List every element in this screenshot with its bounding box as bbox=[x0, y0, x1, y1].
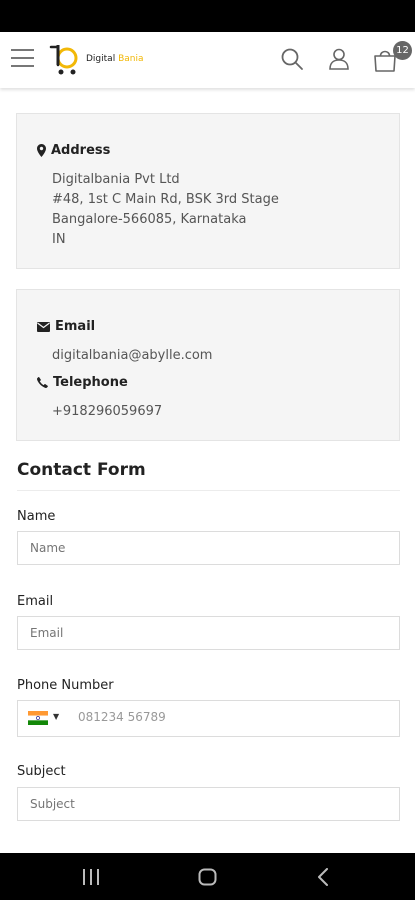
logo-text-bania: Bania bbox=[118, 54, 144, 64]
phone-number-label: Phone Number bbox=[17, 678, 114, 693]
logo-text-digital: Digital bbox=[86, 54, 116, 64]
system-navigation-bar bbox=[0, 853, 415, 900]
map-marker-icon bbox=[37, 144, 46, 157]
phone-number-placeholder: 081234 56789 bbox=[78, 710, 166, 724]
address-line: Digitalbania Pvt Ltd bbox=[52, 172, 180, 187]
status-bar bbox=[0, 0, 415, 32]
name-input[interactable] bbox=[17, 531, 400, 565]
hamburger-menu-icon[interactable] bbox=[11, 49, 34, 69]
user-icon[interactable] bbox=[326, 46, 352, 72]
cart-count-badge[interactable]: 12 bbox=[393, 41, 412, 60]
divider bbox=[17, 490, 400, 491]
email-heading: Email bbox=[37, 319, 95, 334]
email-label: Email bbox=[17, 594, 54, 609]
telephone-heading: Telephone bbox=[37, 375, 128, 390]
subject-input[interactable] bbox=[17, 787, 400, 821]
name-label: Name bbox=[17, 509, 56, 524]
address-heading-label: Address bbox=[51, 143, 111, 158]
home-icon[interactable] bbox=[198, 868, 217, 886]
email-input[interactable] bbox=[17, 616, 400, 650]
email-heading-label: Email bbox=[55, 319, 96, 334]
address-line: IN bbox=[52, 232, 66, 247]
contact-form-title: Contact Form bbox=[17, 460, 146, 480]
phone-number-field[interactable]: ▼ 081234 56789 bbox=[17, 700, 400, 737]
envelope-icon bbox=[37, 321, 50, 332]
logo[interactable]: Digital Bania bbox=[48, 41, 148, 81]
country-dropdown-caret-icon[interactable]: ▼ bbox=[53, 712, 59, 721]
search-icon[interactable] bbox=[279, 46, 305, 72]
logo-mark-icon bbox=[49, 45, 78, 75]
back-icon[interactable] bbox=[317, 868, 329, 886]
address-heading: Address bbox=[37, 143, 110, 158]
india-flag-icon[interactable] bbox=[28, 711, 48, 725]
contact-info-box: Email digitalbania@abylle.com Telephone … bbox=[16, 289, 400, 441]
logo-text: Digital Bania bbox=[86, 54, 144, 64]
telephone-heading-label: Telephone bbox=[53, 375, 128, 390]
address-line: Bangalore-566085, Karnataka bbox=[52, 212, 247, 227]
telephone-value[interactable]: +918296059697 bbox=[52, 402, 162, 422]
recent-apps-icon[interactable] bbox=[82, 869, 100, 885]
subject-label: Subject bbox=[17, 764, 66, 779]
address-box: Address Digitalbania Pvt Ltd #48, 1st C … bbox=[16, 113, 400, 269]
app-header: Digital Bania 12 bbox=[0, 32, 415, 88]
address-line: #48, 1st C Main Rd, BSK 3rd Stage bbox=[52, 192, 279, 207]
email-value[interactable]: digitalbania@abylle.com bbox=[52, 346, 212, 366]
phone-icon bbox=[37, 377, 48, 388]
